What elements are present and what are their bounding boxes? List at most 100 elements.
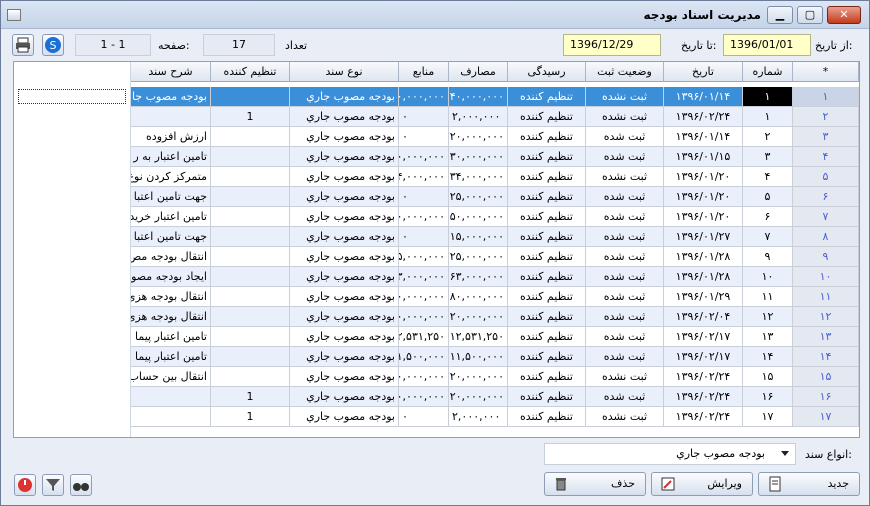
- table-cell: تنظیم کننده: [508, 187, 586, 207]
- table-cell: ثبت شده: [586, 247, 664, 267]
- table-cell: ۱۳۹۶/۰۱/۲۰: [664, 207, 743, 227]
- binoculars-icon[interactable]: [70, 474, 92, 496]
- table-cell: ثبت شده: [586, 227, 664, 247]
- column-header[interactable]: وضعیت ثبت: [586, 62, 664, 82]
- table-row[interactable]: 1 بودجه مصوب جاري ۰ ۲,۰۰۰,۰۰۰ تنظیم کننده ثبت…: [131, 407, 859, 427]
- edit-button[interactable]: ویرایش: [651, 472, 753, 496]
- chevron-down-icon[interactable]: [781, 451, 789, 456]
- table-cell: ۹: [793, 247, 859, 267]
- table-cell: ۲۰,۰۰۰,۰۰۰: [399, 307, 449, 327]
- column-header[interactable]: رسیدگی: [508, 62, 586, 82]
- table-cell: ۲۰,۰۰۰,۰۰۰: [449, 307, 508, 327]
- count-label: تعداد: [285, 39, 308, 52]
- table-row[interactable]: تامین اعتبار پیمابودجه مصوب جاري۱۲,۵۳۱,۲…: [131, 327, 859, 347]
- table-cell: ۱۳۹۶/۰۲/۲۴: [664, 367, 743, 387]
- power-icon[interactable]: [14, 474, 36, 496]
- column-header[interactable]: نوع سند: [290, 62, 399, 82]
- column-header[interactable]: تنظیم کننده: [211, 62, 290, 82]
- table-cell: [131, 107, 211, 127]
- table-cell: ۱۳۹۶/۰۱/۲۷: [664, 227, 743, 247]
- table-cell: ایجاد بودجه مصو: [131, 267, 211, 287]
- table-cell: انتقال بودجه هزی: [131, 287, 211, 307]
- maximize-button[interactable]: ▢: [797, 6, 823, 24]
- table-row[interactable]: بودجه مصوب جابودجه مصوب جاري۴۰,۰۰۰,۰۰۰۴۰…: [131, 87, 859, 107]
- table-cell: ۱۶: [793, 387, 859, 407]
- filter-icon[interactable]: [42, 474, 64, 496]
- table-cell: بودجه مصوب جاري: [290, 267, 399, 287]
- help-icon[interactable]: S: [42, 34, 64, 56]
- table-cell: ۱۳: [743, 327, 793, 347]
- title-bar: مدیریت اسناد بودجه ▁ ▢ ✕: [1, 1, 869, 29]
- table-cell: [211, 267, 290, 287]
- table-row[interactable]: جهت تامین اعتبا بودجه مصوب جاري ۰ ۲۵,۰۰۰,۰۰…: [131, 187, 859, 207]
- table-cell: ۱۵: [793, 367, 859, 387]
- column-header[interactable]: منابع: [399, 62, 449, 82]
- table-row[interactable]: ایجاد بودجه مصو بودجه مصوب جاري۶۳,۰۰۰,۰۰۰…: [131, 267, 859, 287]
- table-cell: ثبت شده: [586, 207, 664, 227]
- close-button[interactable]: ✕: [827, 6, 861, 24]
- table-cell: ۲۵,۰۰۰,۰۰۰: [449, 187, 508, 207]
- table-cell: ۳۴,۰۰۰,۰۰۰: [449, 167, 508, 187]
- table-cell: ۱۳۹۶/۰۱/۲۸: [664, 247, 743, 267]
- table-cell: ۲۰,۰۰۰,۰۰۰: [449, 387, 508, 407]
- table-cell: بودجه مصوب جاري: [290, 107, 399, 127]
- column-header[interactable]: تاریخ: [664, 62, 743, 82]
- table-cell: ۱۳۹۶/۰۲/۱۷: [664, 327, 743, 347]
- table-cell: ۱۲,۵۳۱,۲۵۰: [399, 327, 449, 347]
- svg-text:S: S: [50, 39, 57, 52]
- table-row[interactable]: جهت تامین اعتبا بودجه مصوب جاري ۰ ۱۵,۰۰۰,۰۰…: [131, 227, 859, 247]
- doc-type-select[interactable]: بودجه مصوب جاري: [544, 443, 796, 465]
- table-cell: ثبت شده: [586, 127, 664, 147]
- table-cell: [211, 147, 290, 167]
- table-row[interactable]: تامین اعتبار خریدبودجه مصوب جاري۵۰,۰۰۰,۰…: [131, 207, 859, 227]
- table-row[interactable]: انتقال بودجه مصبودجه مصوب جاري۲۵,۰۰۰,۰۰۰…: [131, 247, 859, 267]
- column-header[interactable]: *: [793, 62, 859, 82]
- table-cell: ۵۰,۰۰۰,۰۰۰: [399, 207, 449, 227]
- to-date-input[interactable]: 1396/12/29: [563, 34, 661, 56]
- minimize-button[interactable]: ▁: [767, 6, 793, 24]
- table-row[interactable]: ارزش افزوده بودجه مصوب جاري ۰ ۲۰,۰۰۰,۰۰۰ تنظ…: [131, 127, 859, 147]
- printer-icon[interactable]: [12, 34, 34, 56]
- table-cell: ۱۱,۵۰۰,۰۰۰: [399, 347, 449, 367]
- table-row[interactable]: متمرکز کردن نوعبودجه مصوب جاري۳۴,۰۰۰,۰۰۰…: [131, 167, 859, 187]
- table-row[interactable]: انتقال بودجه هزیبودجه مصوب جاري۲۰,۰۰۰,۰۰…: [131, 307, 859, 327]
- column-header[interactable]: شرح سند: [131, 62, 211, 82]
- new-button[interactable]: جدید: [758, 472, 860, 496]
- table-cell: ۲۰,۰۰۰,۰۰۰: [449, 127, 508, 147]
- table-row[interactable]: 1بودجه مصوب جاري۲۰,۰۰۰,۰۰۰۲۰,۰۰۰,۰۰۰تنظی…: [131, 387, 859, 407]
- column-header[interactable]: شماره: [743, 62, 793, 82]
- table-cell: بودجه مصوب جاري: [290, 167, 399, 187]
- table-cell: تنظیم کننده: [508, 387, 586, 407]
- from-date-input[interactable]: 1396/01/01: [723, 34, 811, 56]
- table-cell: ۱۰: [793, 267, 859, 287]
- delete-button[interactable]: حذف: [544, 472, 646, 496]
- table-cell: ۱۳۹۶/۰۱/۱۵: [664, 147, 743, 167]
- table-cell: ۶۳,۰۰۰,۰۰۰: [399, 267, 449, 287]
- table-cell: ۳: [793, 127, 859, 147]
- column-header[interactable]: مصارف: [449, 62, 508, 82]
- table-row[interactable]: انتقال بودجه هزیبودجه مصوب جاري۸۰,۰۰۰,۰۰…: [131, 287, 859, 307]
- documents-grid: شرح سند تنظیم کننده نوع سند منابع مصارف رسیدگ…: [13, 61, 860, 438]
- table-row[interactable]: تامین اعتبار به ربودجه مصوب جاري۳۰,۰۰۰,۰…: [131, 147, 859, 167]
- table-cell: تنظیم کننده: [508, 107, 586, 127]
- table-cell: تنظیم کننده: [508, 227, 586, 247]
- table-cell: ۱: [743, 107, 793, 127]
- window-title: مدیریت اسناد بودجه: [643, 8, 762, 22]
- grid-header-row: شرح سند تنظیم کننده نوع سند منابع مصارف رسیدگ…: [131, 62, 859, 82]
- table-cell: بودجه مصوب جاري: [290, 87, 399, 107]
- table-cell: [131, 407, 211, 427]
- table-row[interactable]: انتقال بین حساببودجه مصوب جاري۲۰,۰۰۰,۰۰۰…: [131, 367, 859, 387]
- table-cell: ۱۳۹۶/۰۲/۲۴: [664, 107, 743, 127]
- table-cell: بودجه مصوب جاري: [290, 307, 399, 327]
- table-cell: [211, 247, 290, 267]
- table-cell: ۰: [399, 227, 449, 247]
- table-cell: تنظیم کننده: [508, 247, 586, 267]
- table-row[interactable]: تامین اعتبار پیمابودجه مصوب جاري۱۱,۵۰۰,۰…: [131, 347, 859, 367]
- table-cell: ۲: [743, 127, 793, 147]
- table-cell: ۰: [399, 127, 449, 147]
- table-cell: بودجه مصوب جاري: [290, 227, 399, 247]
- table-cell: بودجه مصوب جاري: [290, 187, 399, 207]
- table-cell: ۳۴,۰۰۰,۰۰۰: [399, 167, 449, 187]
- table-row[interactable]: 1 بودجه مصوب جاري ۰ ۲,۰۰۰,۰۰۰ تنظیم کننده ثبت…: [131, 107, 859, 127]
- table-cell: ۳۰,۰۰۰,۰۰۰: [399, 147, 449, 167]
